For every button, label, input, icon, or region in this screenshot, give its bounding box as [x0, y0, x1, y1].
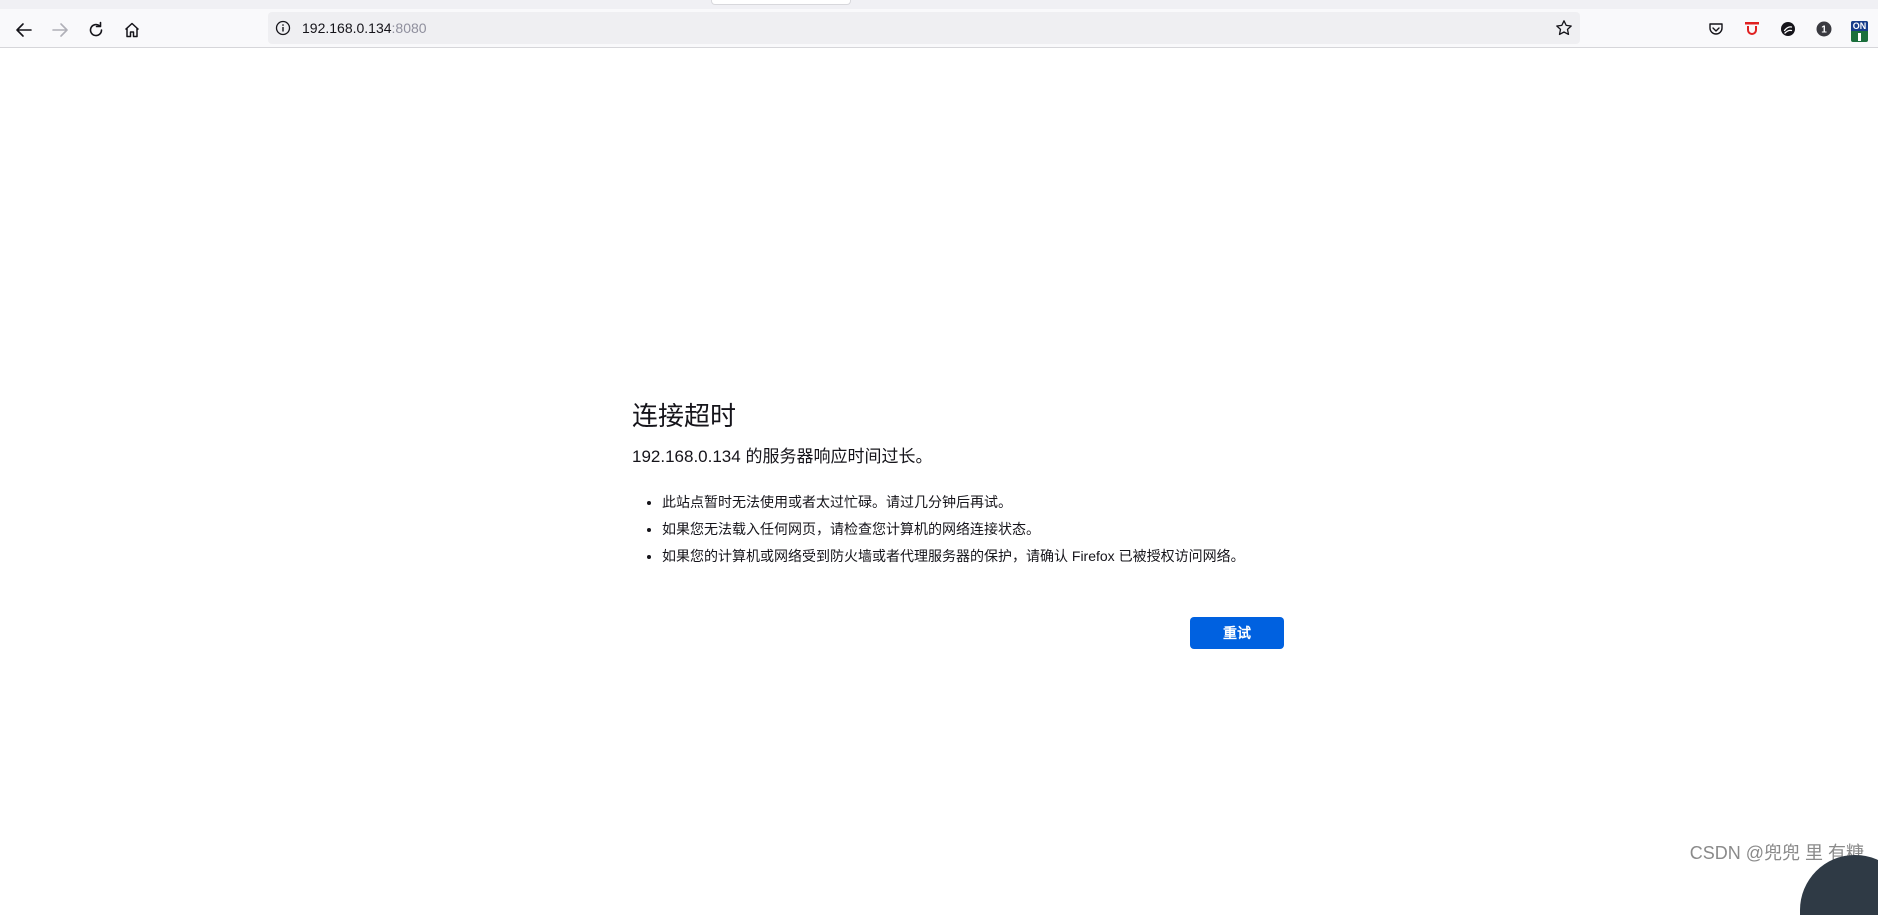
bookmark-star-button[interactable] — [1554, 18, 1574, 38]
on-extension-icon[interactable]: ON — [1851, 21, 1868, 42]
pocket-button[interactable] — [1705, 18, 1727, 40]
url-port: :8080 — [391, 20, 427, 36]
active-tab-edge[interactable] — [711, 0, 851, 5]
notification-badge-icon: 1 — [1816, 21, 1832, 37]
badge-count: 1 — [1821, 25, 1827, 36]
url-text[interactable]: 192.168.0.134:8080 — [302, 19, 427, 37]
url-host: 192.168.0.134 — [302, 20, 392, 36]
reload-icon — [89, 21, 103, 37]
forward-arrow-icon — [52, 23, 68, 37]
on-extension-label: ON — [1851, 21, 1868, 31]
tab-strip — [0, 0, 1878, 9]
red-extension-button[interactable] — [1741, 18, 1763, 40]
list-item: 此站点暂时无法使用或者太过忙碌。请过几分钟后再试。 — [662, 489, 1284, 516]
dark-circle-extension-icon — [1781, 22, 1795, 36]
error-description: 192.168.0.134 的服务器响应时间过长。 — [632, 447, 933, 466]
error-page-container: 连接超时 192.168.0.134 的服务器响应时间过长。 此站点暂时无法使用… — [632, 396, 1284, 570]
pocket-icon — [1709, 23, 1723, 35]
dark-circle-extension-button[interactable] — [1777, 18, 1799, 40]
back-button[interactable] — [11, 17, 37, 43]
navigation-toolbar: 192.168.0.134:8080 1 ON — [0, 9, 1878, 48]
retry-button[interactable]: 重试 — [1190, 617, 1284, 649]
red-extension-icon — [1745, 22, 1759, 35]
error-title: 连接超时 — [632, 401, 737, 431]
on-extension-bar — [1858, 33, 1861, 41]
corner-widget — [1800, 855, 1878, 915]
info-icon[interactable] — [275, 20, 291, 36]
error-suggestions-list: 此站点暂时无法使用或者太过忙碌。请过几分钟后再试。 如果您无法载入任何网页，请检… — [632, 489, 1284, 570]
back-arrow-icon — [16, 23, 32, 37]
notification-badge-button[interactable]: 1 — [1813, 18, 1835, 40]
home-button[interactable] — [119, 17, 145, 43]
list-item: 如果您的计算机或网络受到防火墙或者代理服务器的保护，请确认 Firefox 已被… — [662, 543, 1284, 570]
star-icon — [1556, 20, 1572, 36]
list-item: 如果您无法载入任何网页，请检查您计算机的网络连接状态。 — [662, 516, 1284, 543]
forward-button[interactable] — [47, 17, 73, 43]
reload-button[interactable] — [83, 17, 109, 43]
home-icon — [124, 22, 140, 38]
url-bar[interactable]: 192.168.0.134:8080 — [268, 12, 1580, 44]
